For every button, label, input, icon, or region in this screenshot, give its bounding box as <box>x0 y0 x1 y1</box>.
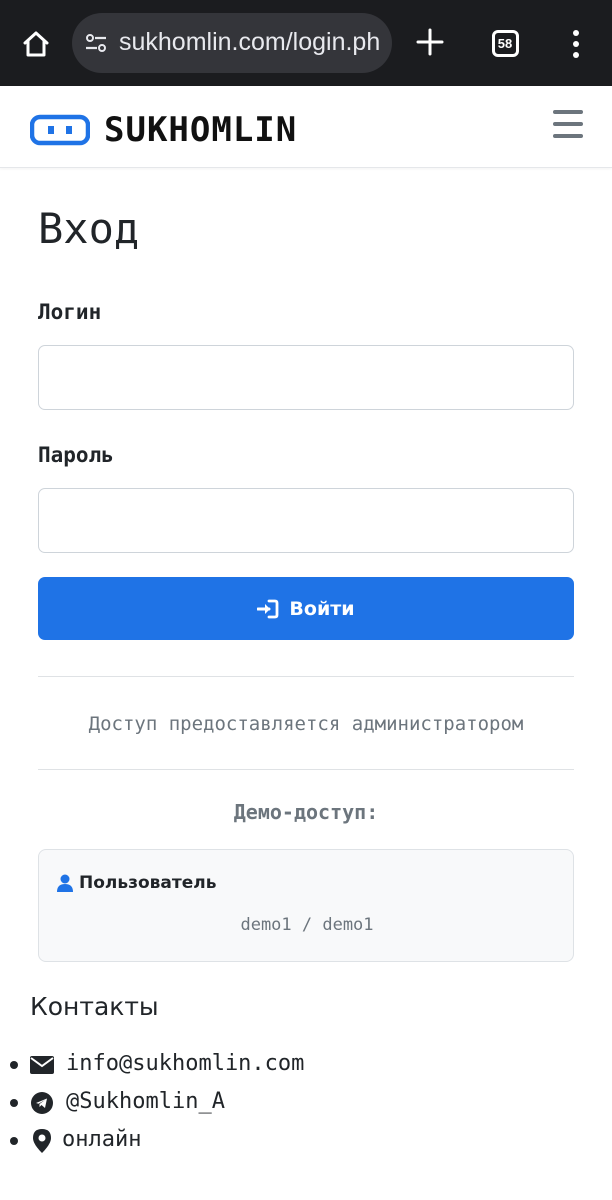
login-label: Логин <box>38 300 102 324</box>
site-header: SUKHOMLIN <box>0 86 612 168</box>
home-button[interactable] <box>14 22 58 66</box>
contact-location-text: онлайн <box>62 1127 142 1152</box>
browser-menu-button[interactable] <box>560 22 592 66</box>
browser-toolbar: sukhomlin.com/login.ph 58 <box>0 0 612 86</box>
user-icon <box>57 874 73 892</box>
more-vert-icon <box>573 30 579 58</box>
contact-telegram-text[interactable]: @Sukhomlin_A <box>66 1089 225 1114</box>
address-bar[interactable]: sukhomlin.com/login.ph <box>72 13 392 73</box>
logo-icon <box>30 114 90 146</box>
password-input[interactable] <box>38 488 574 553</box>
demo-access-title: Демо-доступ: <box>233 800 379 824</box>
demo-user-row: Пользователь <box>57 873 216 893</box>
demo-credentials: demo1 / demo1 <box>240 915 374 935</box>
divider <box>38 676 574 677</box>
home-icon <box>23 31 49 57</box>
tab-count: 58 <box>497 35 513 51</box>
password-label: Пароль <box>38 443 114 467</box>
brand-name: SUKHOMLIN <box>104 110 298 150</box>
brand-link[interactable]: SUKHOMLIN <box>30 110 297 150</box>
demo-access-box: Пользователь demo1 / demo1 <box>38 849 574 962</box>
envelope-icon <box>30 1053 54 1077</box>
page-title: Вход <box>38 204 140 253</box>
login-submit-label: Войти <box>289 597 355 620</box>
tab-switcher-button[interactable]: 58 <box>488 26 522 60</box>
access-note: Доступ предоставляется администратором <box>88 713 524 735</box>
login-submit-button[interactable]: Войти <box>38 577 574 640</box>
tabs-icon: 58 <box>491 29 519 57</box>
hamburger-menu-icon[interactable] <box>553 110 583 138</box>
login-input[interactable] <box>38 345 574 410</box>
contacts-title: Контакты <box>30 992 159 1021</box>
url-text: sukhomlin.com/login.ph <box>119 28 381 56</box>
new-tab-button[interactable] <box>410 22 450 62</box>
contact-email-text[interactable]: info@sukhomlin.com <box>66 1051 304 1076</box>
new-tab-icon <box>416 28 444 56</box>
site-settings-icon[interactable] <box>84 31 108 55</box>
telegram-icon <box>30 1091 54 1115</box>
divider <box>38 769 574 770</box>
demo-user-label: Пользователь <box>79 873 217 893</box>
sign-in-icon <box>257 599 279 618</box>
map-pin-icon <box>30 1129 54 1153</box>
